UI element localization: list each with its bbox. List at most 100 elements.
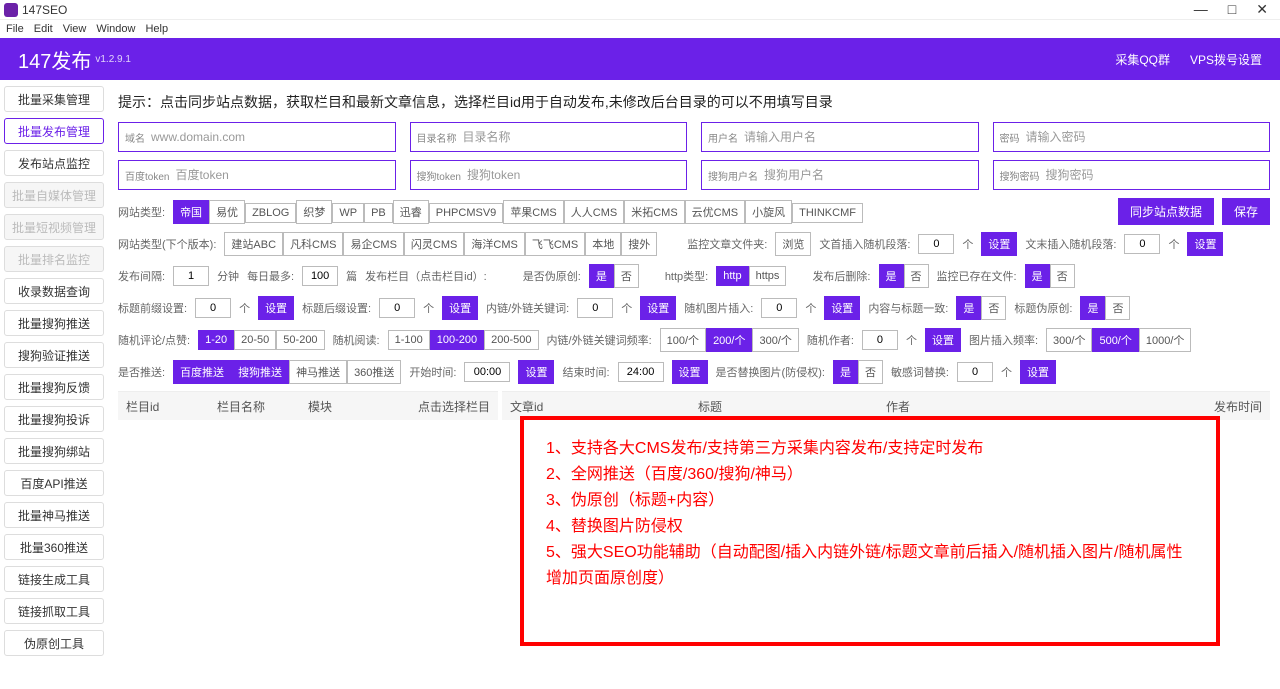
field-sogou-pass[interactable]: 搜狗密码	[993, 160, 1271, 190]
site-type-v2-2[interactable]: 易企CMS	[343, 232, 403, 256]
site-type-0[interactable]: 帝国	[173, 200, 209, 224]
comment-3[interactable]: 50-200	[276, 330, 324, 350]
site-type-v2-4[interactable]: 海洋CMS	[464, 232, 524, 256]
site-type-v2-3[interactable]: 闪灵CMS	[404, 232, 464, 256]
push-sogou[interactable]: 搜狗推送	[231, 360, 289, 384]
site-type-12[interactable]: 小旋风	[745, 200, 792, 224]
linkkw-input[interactable]	[577, 298, 613, 318]
link-vps[interactable]: VPS拨号设置	[1190, 51, 1262, 68]
push-shenma[interactable]: 神马推送	[289, 360, 347, 384]
lf-1[interactable]: 100/个	[660, 328, 706, 352]
sidebar-item-10[interactable]: 批量搜狗投诉	[4, 406, 104, 432]
field-dir[interactable]: 目录名称	[410, 122, 688, 152]
sogou-pass-input[interactable]	[1046, 168, 1264, 182]
comment-1[interactable]: 1-20	[198, 330, 234, 350]
baidu-input[interactable]	[175, 168, 388, 182]
site-type-4[interactable]: WP	[332, 203, 364, 223]
titfake-yes[interactable]: 是	[1080, 296, 1105, 320]
head-rand-set[interactable]: 设置	[981, 232, 1017, 256]
site-type-10[interactable]: 米拓CMS	[624, 200, 684, 224]
field-pass[interactable]: 密码	[993, 122, 1271, 152]
site-type-v2-7[interactable]: 搜外	[621, 232, 657, 256]
site-type-6[interactable]: 迅睿	[393, 200, 429, 224]
if-2[interactable]: 500/个	[1092, 328, 1138, 352]
fake-no[interactable]: 否	[614, 264, 639, 288]
title-suf-set[interactable]: 设置	[442, 296, 478, 320]
exist-yes[interactable]: 是	[1025, 264, 1050, 288]
end-set[interactable]: 设置	[672, 360, 708, 384]
sidebar-item-14[interactable]: 批量360推送	[4, 534, 104, 560]
close-icon[interactable]: ✕	[1256, 1, 1268, 18]
site-type-5[interactable]: PB	[364, 203, 393, 223]
sidebar-item-13[interactable]: 批量神马推送	[4, 502, 104, 528]
author-set[interactable]: 设置	[925, 328, 961, 352]
del-yes[interactable]: 是	[879, 264, 904, 288]
sidebar-item-2[interactable]: 发布站点监控	[4, 150, 104, 176]
site-type-13[interactable]: THINKCMF	[792, 203, 863, 223]
author-input[interactable]	[862, 330, 898, 350]
lf-2[interactable]: 200/个	[706, 328, 752, 352]
sidebar-item-12[interactable]: 百度API推送	[4, 470, 104, 496]
site-type-8[interactable]: 苹果CMS	[503, 200, 563, 224]
maximize-icon[interactable]: □	[1228, 1, 1236, 18]
field-sogou-token[interactable]: 搜狗token	[410, 160, 688, 190]
read-2[interactable]: 100-200	[430, 330, 484, 350]
push-360[interactable]: 360推送	[347, 360, 401, 384]
fake-yes[interactable]: 是	[589, 264, 614, 288]
menu-help[interactable]: Help	[145, 23, 168, 35]
daily-input[interactable]	[302, 266, 338, 286]
sidebar-item-5[interactable]: 批量排名监控	[4, 246, 104, 272]
del-no[interactable]: 否	[904, 264, 929, 288]
user-input[interactable]	[744, 130, 972, 144]
sidebar-item-11[interactable]: 批量搜狗绑站	[4, 438, 104, 464]
https-opt[interactable]: https	[749, 266, 787, 286]
end-input[interactable]	[618, 362, 664, 382]
field-sogou-user[interactable]: 搜狗用户名	[701, 160, 979, 190]
sidebar-item-6[interactable]: 收录数据查询	[4, 278, 104, 304]
field-baidu-token[interactable]: 百度token	[118, 160, 396, 190]
sidebar-item-15[interactable]: 链接生成工具	[4, 566, 104, 592]
push-baidu[interactable]: 百度推送	[173, 360, 231, 384]
dir-input[interactable]	[463, 130, 681, 144]
domain-input[interactable]	[151, 130, 389, 144]
field-domain[interactable]: 域名	[118, 122, 396, 152]
sensitive-set[interactable]: 设置	[1020, 360, 1056, 384]
title-suf-input[interactable]	[379, 298, 415, 318]
site-type-1[interactable]: 易优	[209, 200, 245, 224]
browse-button[interactable]: 浏览	[775, 232, 811, 256]
site-type-11[interactable]: 云优CMS	[685, 200, 745, 224]
exist-no[interactable]: 否	[1050, 264, 1075, 288]
read-3[interactable]: 200-500	[484, 330, 538, 350]
save-button[interactable]: 保存	[1222, 198, 1270, 225]
field-user[interactable]: 用户名	[701, 122, 979, 152]
menu-window[interactable]: Window	[96, 23, 135, 35]
menu-file[interactable]: File	[6, 23, 24, 35]
tail-rand-set[interactable]: 设置	[1187, 232, 1223, 256]
replimg-no[interactable]: 否	[858, 360, 883, 384]
title-pre-set[interactable]: 设置	[258, 296, 294, 320]
menu-edit[interactable]: Edit	[34, 23, 53, 35]
if-1[interactable]: 300/个	[1046, 328, 1092, 352]
sensitive-input[interactable]	[957, 362, 993, 382]
minimize-icon[interactable]: —	[1194, 1, 1208, 18]
http-opt[interactable]: http	[716, 266, 748, 286]
sidebar-item-1[interactable]: 批量发布管理	[4, 118, 104, 144]
interval-input[interactable]	[173, 266, 209, 286]
site-type-9[interactable]: 人人CMS	[564, 200, 624, 224]
lf-3[interactable]: 300/个	[752, 328, 798, 352]
site-type-2[interactable]: ZBLOG	[245, 203, 296, 223]
start-input[interactable]	[464, 362, 510, 382]
comment-2[interactable]: 20-50	[234, 330, 276, 350]
if-3[interactable]: 1000/个	[1139, 328, 1192, 352]
sogou-user-input[interactable]	[764, 168, 972, 182]
sidebar-item-17[interactable]: 伪原创工具	[4, 630, 104, 656]
link-qqgroup[interactable]: 采集QQ群	[1115, 51, 1170, 68]
site-type-7[interactable]: PHPCMSV9	[429, 203, 504, 223]
sidebar-item-0[interactable]: 批量采集管理	[4, 86, 104, 112]
start-set[interactable]: 设置	[518, 360, 554, 384]
site-type-v2-0[interactable]: 建站ABC	[224, 232, 283, 256]
sync-button[interactable]: 同步站点数据	[1118, 198, 1214, 225]
randimg-set[interactable]: 设置	[824, 296, 860, 320]
sidebar-item-3[interactable]: 批量自媒体管理	[4, 182, 104, 208]
titmatch-yes[interactable]: 是	[956, 296, 981, 320]
